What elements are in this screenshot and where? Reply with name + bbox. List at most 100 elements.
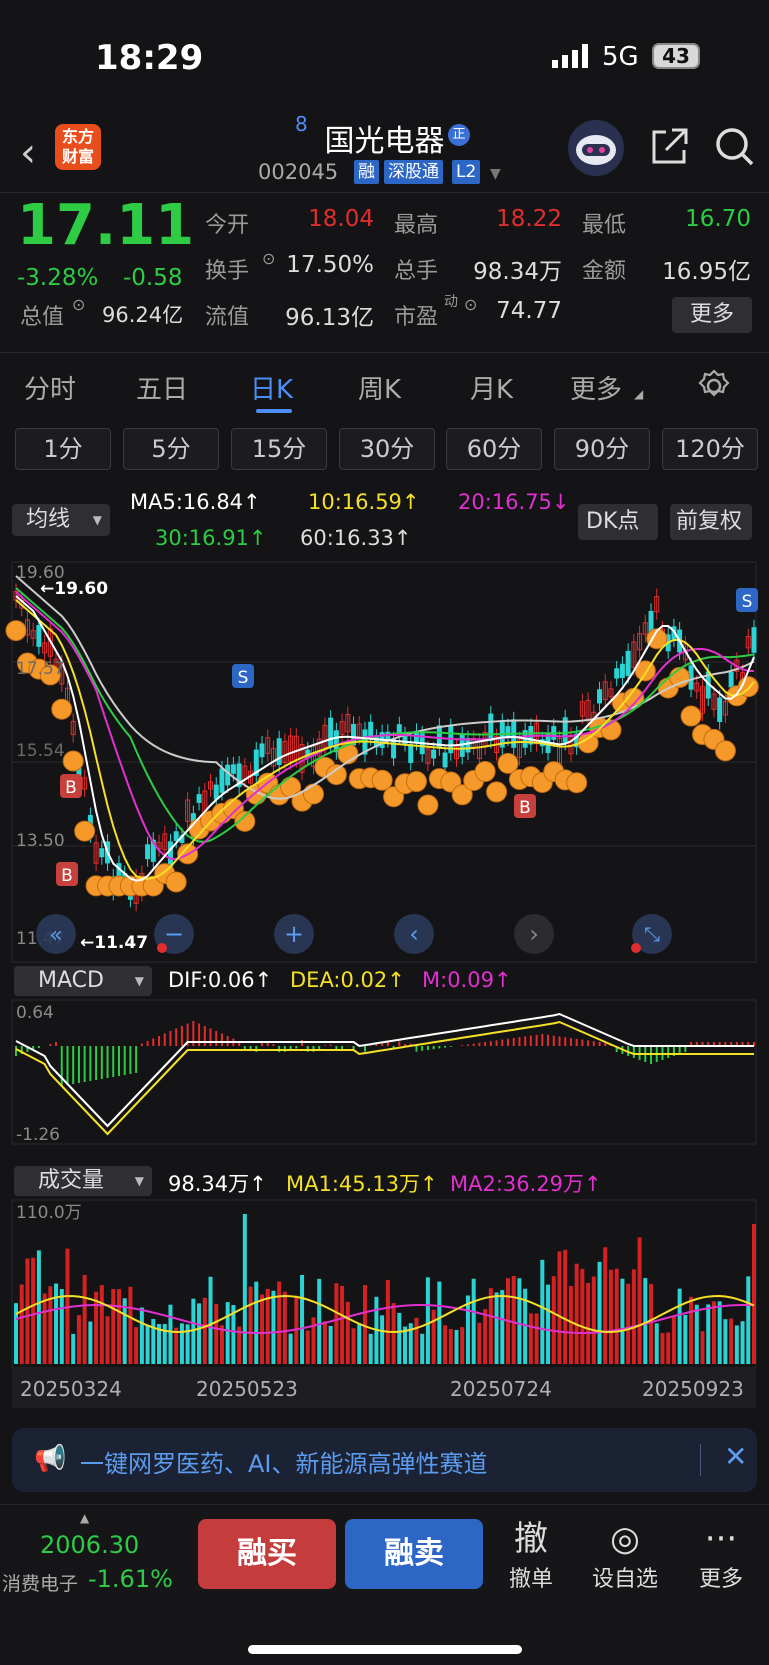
m-value: M:0.09↑ — [422, 968, 512, 992]
margin-buy-button[interactable]: 融买 — [198, 1519, 336, 1589]
candle-body — [597, 689, 603, 704]
interval-120m[interactable]: 120分 — [662, 428, 758, 470]
sector-index-change[interactable]: -1.61% — [88, 1565, 173, 1593]
pe-superscript: 动 — [444, 294, 458, 310]
tab-intraday[interactable]: 分时 — [24, 369, 76, 406]
interval-30m[interactable]: 30分 — [339, 428, 435, 470]
volume-bar — [443, 1325, 448, 1364]
adjust-button[interactable]: 前复权 — [670, 504, 752, 540]
chevron-down-icon[interactable]: ▼ — [490, 166, 501, 182]
banner-divider — [700, 1444, 701, 1476]
volume-bar — [208, 1276, 213, 1364]
share-icon[interactable] — [648, 126, 690, 168]
ma-selector[interactable]: 均线 ▼ — [12, 504, 110, 536]
scroll-right-button[interactable]: › — [514, 914, 554, 954]
sector-index-value[interactable]: 2006.30 — [40, 1531, 139, 1559]
macd-frame — [11, 999, 757, 1145]
info-icon[interactable]: ⊙ — [262, 249, 275, 268]
tab-daily-k[interactable]: 日K — [250, 369, 293, 406]
volume-bar — [300, 1274, 305, 1364]
promo-banner[interactable]: 📢 一键网罗医药、AI、新能源高弹性赛道 ✕ — [12, 1428, 757, 1492]
cancel-order-icon: 撤 — [514, 1519, 548, 1559]
candle-body — [36, 625, 42, 647]
info-icon[interactable]: ⊙ — [464, 295, 477, 314]
volume-bar — [31, 1257, 36, 1364]
volume-bar — [711, 1301, 716, 1364]
watchlist-icon: ◎ — [610, 1519, 640, 1559]
indicator-dot — [631, 943, 641, 953]
t-signal-badge — [51, 698, 73, 720]
quote-panel: 17.11 -3.28% -0.58 今开 18.04 最高 18.22 最低 … — [0, 192, 769, 352]
tab-more[interactable]: 更多 — [570, 369, 622, 406]
interval-5m[interactable]: 5分 — [123, 428, 219, 470]
ma5-line — [15, 595, 755, 882]
cancel-order-button[interactable]: 撤 撤单 — [496, 1517, 566, 1593]
volume-bar — [151, 1318, 156, 1364]
dif-line — [15, 1012, 754, 1128]
volume-bar — [219, 1325, 224, 1364]
volume-bar — [380, 1315, 385, 1364]
scroll-left-button[interactable]: ‹ — [394, 914, 434, 954]
candle-body — [728, 672, 734, 688]
mcap-value: 96.24亿 — [102, 303, 184, 327]
gear-icon[interactable] — [697, 369, 731, 403]
zoom-in-button[interactable]: + — [274, 914, 314, 954]
add-watchlist-button[interactable]: ◎ 设自选 — [590, 1517, 660, 1593]
scroll-left-fast-button[interactable]: « — [36, 914, 76, 954]
min-marker: ←11.47 — [80, 933, 148, 953]
volume-bar — [729, 1318, 734, 1364]
t-signal-badge — [5, 620, 27, 642]
tab-five-day[interactable]: 五日 — [136, 369, 188, 406]
tab-weekly-k[interactable]: 周K — [358, 369, 401, 406]
dk-point-button[interactable]: DK点 — [578, 504, 658, 540]
candle-body — [173, 831, 179, 842]
bottom-toolbar: ▲ 2006.30 消费电子 -1.61% 融买 融卖 撤 撤单 ◎ 设自选 ·… — [0, 1504, 769, 1665]
tab-monthly-k[interactable]: 月K — [470, 369, 513, 406]
volume-bar — [288, 1333, 293, 1364]
volume-bar — [683, 1314, 688, 1364]
volume-bar — [517, 1278, 522, 1364]
volume-bar — [311, 1317, 316, 1364]
t-signal-badge — [405, 771, 427, 793]
volume-bar — [431, 1309, 436, 1364]
volume-bar — [322, 1321, 327, 1364]
info-icon[interactable]: ⊙ — [72, 295, 85, 314]
volume-bar — [145, 1325, 150, 1364]
interval-60m[interactable]: 60分 — [446, 428, 542, 470]
volume-bar — [99, 1285, 104, 1364]
volume-bar — [574, 1263, 579, 1364]
sector-index-name[interactable]: 消费电子 — [2, 1569, 78, 1596]
volume-bar — [546, 1284, 551, 1364]
volume-bar — [631, 1269, 636, 1364]
open-label: 今开 — [205, 213, 250, 238]
candle-body — [328, 717, 334, 747]
volume-bar — [454, 1329, 459, 1364]
expand-up-icon[interactable]: ▲ — [80, 1511, 89, 1525]
candle-body — [431, 749, 437, 759]
max-marker: ←19.60 — [40, 579, 108, 599]
volume-bar — [637, 1237, 642, 1364]
interval-1m[interactable]: 1分 — [15, 428, 111, 470]
more-actions-button[interactable]: ··· 更多 — [686, 1517, 756, 1593]
banner-text[interactable]: 一键网罗医药、AI、新能源高弹性赛道 — [80, 1444, 488, 1479]
margin-sell-button[interactable]: 融卖 — [345, 1519, 483, 1589]
svg-text:S: S — [238, 668, 249, 688]
interval-15m[interactable]: 15分 — [231, 428, 327, 470]
pe-label: 市盈 — [394, 305, 439, 330]
close-icon[interactable]: ✕ — [724, 1440, 747, 1473]
macd-dropdown[interactable]: MACD ▼ — [14, 966, 152, 996]
volume-bar — [734, 1325, 739, 1364]
tag-connect: 深股通 — [384, 160, 443, 184]
volume-dropdown[interactable]: 成交量 ▼ — [14, 1166, 152, 1196]
interval-90m[interactable]: 90分 — [554, 428, 650, 470]
robot-assistant-icon[interactable] — [568, 120, 624, 176]
buy-signal-badge: B — [514, 794, 536, 818]
volume-bar — [59, 1289, 64, 1364]
candle-body — [276, 738, 282, 766]
candle-body — [442, 752, 448, 768]
open-value: 18.04 — [308, 206, 374, 232]
volume-bar — [465, 1295, 470, 1364]
more-quote-button[interactable]: 更多 — [672, 297, 752, 333]
search-icon[interactable] — [714, 126, 756, 168]
volume-bar — [116, 1289, 121, 1364]
